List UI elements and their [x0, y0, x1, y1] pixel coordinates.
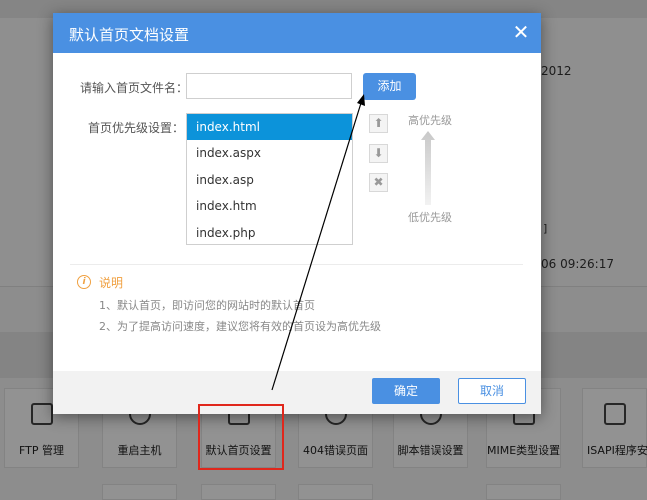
move-down-icon[interactable]: ⬇ [369, 144, 388, 163]
add-button[interactable]: 添加 [363, 73, 416, 100]
list-item[interactable]: index.html [187, 114, 352, 141]
note-line: 1、默认首页，即访问您的网站时的默认首页 [99, 299, 315, 312]
dialog-footer: 确定 取消 [53, 371, 541, 414]
list-item[interactable]: index.htm [187, 193, 352, 219]
dialog-header: 默认首页文档设置 ✕ [53, 13, 541, 53]
close-icon[interactable]: ✕ [511, 22, 531, 42]
default-page-dialog: 默认首页文档设置 ✕ 请输入首页文件名： 添加 首页优先级设置： index.h… [53, 13, 541, 414]
highlight-box [198, 404, 284, 470]
index-file-list: index.html index.aspx index.asp index.ht… [186, 113, 353, 245]
list-item[interactable]: index.asp [187, 167, 352, 193]
priority-low-label: 低优先级 [408, 211, 452, 224]
note-title: 说明 [99, 276, 124, 290]
filename-label: 请输入首页文件名： [80, 81, 189, 95]
list-item[interactable]: index.aspx [187, 140, 352, 166]
list-item[interactable]: index.php [187, 220, 352, 246]
priority-high-label: 高优先级 [408, 114, 452, 127]
filename-input[interactable] [186, 73, 352, 99]
info-icon: i [77, 275, 91, 289]
move-up-icon[interactable]: ⬆ [369, 114, 388, 133]
ok-button[interactable]: 确定 [372, 378, 440, 404]
remove-icon[interactable]: ✖ [369, 173, 388, 192]
dialog-title: 默认首页文档设置 [69, 26, 190, 44]
note-line: 2、为了提高访问速度，建议您将有效的首页设为高优先级 [99, 320, 381, 333]
priority-label: 首页优先级设置： [88, 121, 185, 135]
priority-arrow-icon [421, 131, 435, 205]
divider [70, 264, 523, 265]
cancel-button[interactable]: 取消 [458, 378, 526, 404]
